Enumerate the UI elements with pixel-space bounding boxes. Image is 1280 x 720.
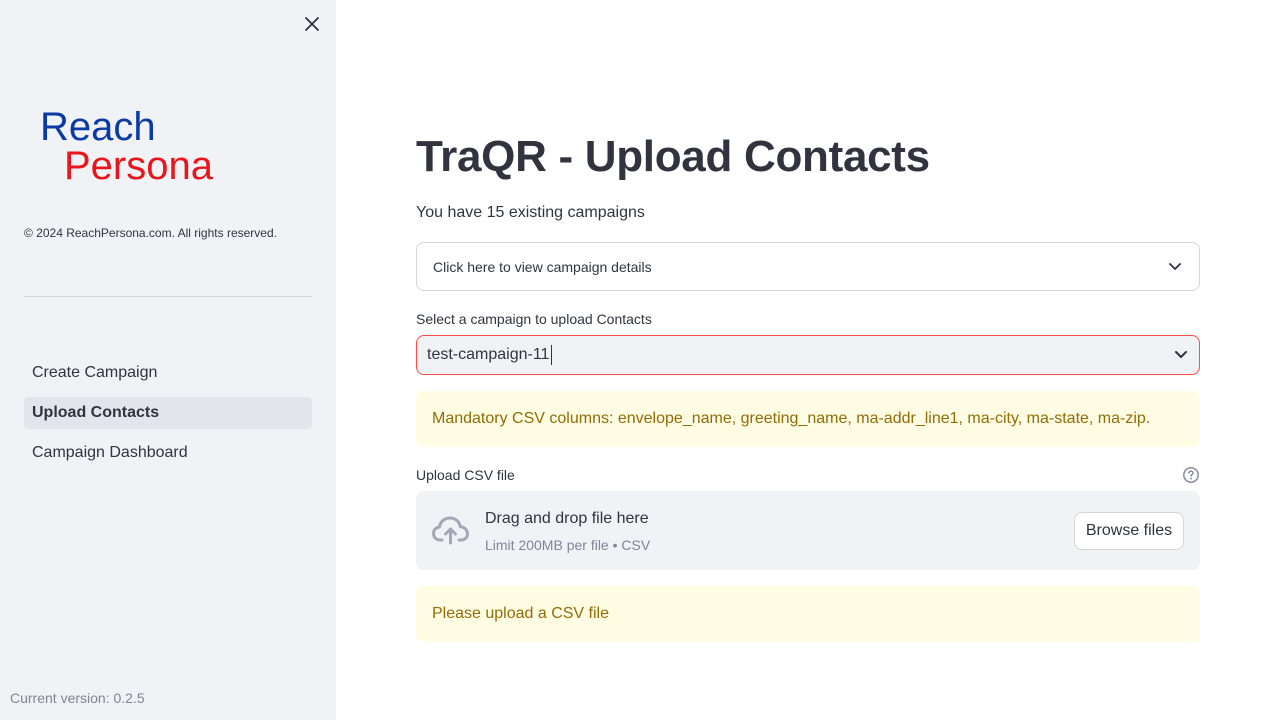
page-title: TraQR - Upload Contacts (416, 132, 930, 181)
copyright-text: © 2024 ReachPersona.com. All rights rese… (24, 226, 277, 240)
expander-label: Click here to view campaign details (433, 258, 652, 275)
upload-warning-alert: Please upload a CSV file (416, 586, 1200, 642)
sidebar-item-label: Campaign Dashboard (32, 444, 188, 461)
sidebar: Reach Persona © 2024 ReachPersona.com. A… (0, 0, 336, 720)
sidebar-item-label: Create Campaign (32, 364, 158, 381)
reachpersona-logo: Reach Persona (38, 104, 298, 188)
sidebar-item-label: Upload Contacts (32, 404, 160, 421)
version-text: Current version: 0.2.5 (10, 690, 145, 706)
chevron-down-icon (1173, 347, 1189, 363)
chevron-down-icon (1167, 259, 1183, 275)
campaign-count-text: You have 15 existing campaigns (416, 204, 645, 221)
sidebar-item-campaign-dashboard[interactable]: Campaign Dashboard (24, 437, 312, 469)
sidebar-nav: Create Campaign Upload Contacts Campaign… (24, 357, 312, 477)
cloud-upload-icon (432, 516, 469, 545)
close-icon (305, 17, 319, 31)
sidebar-item-create-campaign[interactable]: Create Campaign (24, 357, 312, 389)
main-content: TraQR - Upload Contacts You have 15 exis… (416, 0, 1200, 720)
mandatory-columns-alert: Mandatory CSV columns: envelope_name, gr… (416, 391, 1200, 447)
text-caret (551, 345, 553, 365)
svg-text:Reach: Reach (40, 105, 156, 149)
campaign-select-label: Select a campaign to upload Contacts (416, 311, 652, 327)
dropzone-instructions: Drag and drop file here (485, 510, 649, 527)
help-icon[interactable] (1182, 466, 1200, 484)
dropzone-limit: Limit 200MB per file • CSV (485, 537, 651, 553)
campaign-select[interactable]: test-campaign-11 (416, 335, 1200, 375)
campaign-select-value: test-campaign-11 (427, 345, 1173, 365)
campaign-details-expander[interactable]: Click here to view campaign details (416, 242, 1200, 291)
upload-label: Upload CSV file (416, 467, 515, 483)
sidebar-divider (24, 296, 312, 297)
file-dropzone[interactable]: Drag and drop file here Limit 200MB per … (416, 491, 1200, 570)
sidebar-item-upload-contacts[interactable]: Upload Contacts (24, 397, 312, 429)
close-sidebar-button[interactable] (300, 12, 324, 36)
svg-text:Persona: Persona (64, 144, 214, 184)
browse-files-button[interactable]: Browse files (1074, 512, 1184, 550)
